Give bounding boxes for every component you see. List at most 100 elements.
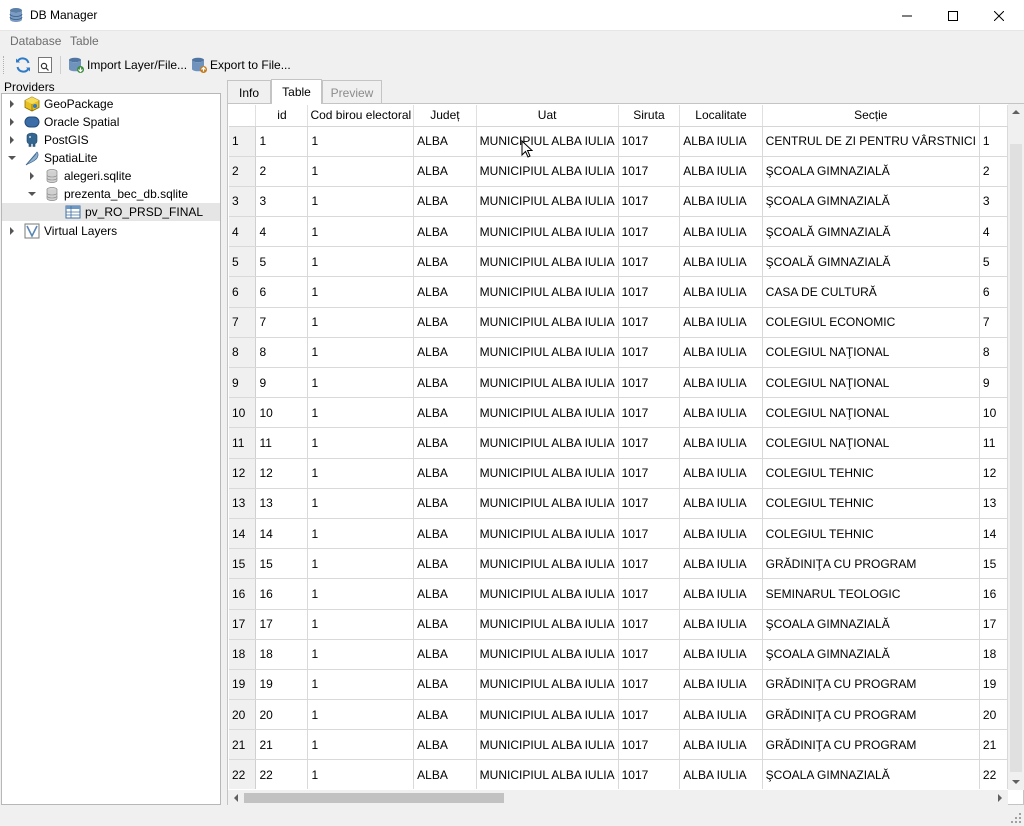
table-cell[interactable]: ALBA	[413, 548, 477, 580]
table-cell[interactable]: 17	[255, 609, 309, 640]
data-table[interactable]: id Cod birou electoral Județ Uat Siruta Local…	[229, 105, 1008, 789]
table-cell[interactable]: MUNICIPIUL ALBA IULIA	[476, 246, 619, 278]
table-cell[interactable]: CASA DE CULTURĂ	[762, 276, 980, 308]
tree-item-virtual-layers[interactable]: Virtual Layers	[2, 222, 220, 240]
table-cell[interactable]: 7	[255, 307, 309, 338]
table-cell[interactable]: ALBA	[413, 216, 477, 248]
table-cell[interactable]: 1	[307, 548, 415, 580]
table-cell[interactable]: ALBA IULIA	[679, 759, 763, 789]
table-cell[interactable]: 1	[307, 578, 415, 610]
table-cell[interactable]: ALBA IULIA	[679, 397, 763, 429]
scroll-right-button[interactable]	[992, 790, 1008, 805]
table-cell[interactable]: 1	[307, 307, 415, 338]
scroll-up-button[interactable]	[1008, 104, 1024, 120]
expand-arrow-icon[interactable]	[8, 136, 16, 144]
sql-window-button[interactable]	[38, 54, 54, 76]
maximize-button[interactable]	[930, 0, 976, 31]
table-row[interactable]: 13 13 1 ALBA MUNICIPIUL ALBA IULIA 1017 ALBA I…	[229, 488, 1008, 519]
table-cell[interactable]: ALBA	[413, 639, 477, 670]
table-cell[interactable]: MUNICIPIUL ALBA IULIA	[476, 427, 619, 459]
table-cell[interactable]: ALBA IULIA	[679, 548, 763, 580]
table-cell[interactable]: ALBA IULIA	[679, 276, 763, 308]
table-cell[interactable]: ALBA IULIA	[679, 126, 763, 157]
table-cell[interactable]: MUNICIPIUL ALBA IULIA	[476, 367, 619, 399]
table-cell[interactable]: 1017	[618, 307, 681, 338]
table-row[interactable]: 15 15 1 ALBA MUNICIPIUL ALBA IULIA 1017 ALBA I…	[229, 548, 1008, 580]
table-cell[interactable]: 16	[979, 578, 1008, 610]
table-cell[interactable]: ŞCOALĂ GIMNAZIALĂ	[762, 246, 980, 278]
table-cell[interactable]: 4	[255, 216, 309, 248]
table-cell[interactable]: 1017	[618, 639, 681, 670]
table-row[interactable]: 9 9 1 ALBA MUNICIPIUL ALBA IULIA 1017 ALBA IUL…	[229, 367, 1008, 399]
table-cell[interactable]: MUNICIPIUL ALBA IULIA	[476, 669, 619, 701]
table-cell[interactable]: 1	[979, 126, 1008, 157]
tree-item-spatialite[interactable]: SpatiaLite	[2, 149, 220, 167]
table-cell[interactable]: ALBA	[413, 307, 477, 338]
table-cell[interactable]: ALBA	[413, 337, 477, 369]
table-cell[interactable]: 10	[979, 397, 1008, 429]
row-header[interactable]: 1	[229, 126, 257, 157]
row-header[interactable]: 20	[229, 699, 257, 731]
table-cell[interactable]: 1017	[618, 337, 681, 369]
resize-grip-icon[interactable]	[1010, 812, 1022, 824]
column-header[interactable]: id	[255, 105, 309, 127]
table-cell[interactable]: 1017	[618, 699, 681, 731]
table-cell[interactable]: 2	[255, 156, 309, 187]
table-row[interactable]: 3 3 1 ALBA MUNICIPIUL ALBA IULIA 1017 ALBA IUL…	[229, 186, 1008, 218]
table-cell[interactable]: MUNICIPIUL ALBA IULIA	[476, 578, 619, 610]
scroll-left-button[interactable]	[228, 790, 244, 805]
table-cell[interactable]: 16	[255, 578, 309, 610]
table-cell[interactable]: ALBA	[413, 729, 477, 761]
row-header[interactable]: 17	[229, 609, 257, 640]
table-cell[interactable]: 1	[307, 337, 415, 369]
collapse-arrow-icon[interactable]	[8, 154, 16, 162]
table-cell[interactable]: 10	[255, 397, 309, 429]
column-header[interactable]	[979, 105, 1008, 127]
row-header[interactable]: 7	[229, 307, 257, 338]
horizontal-scrollbar[interactable]	[228, 790, 1008, 805]
table-cell[interactable]: ALBA IULIA	[679, 458, 763, 489]
tree-item-pv-ro-prsd-final[interactable]: pv_RO_PRSD_FINAL	[2, 203, 220, 221]
table-cell[interactable]: 21	[255, 729, 309, 761]
tree-item-oracle-spatial[interactable]: Oracle Spatial	[2, 113, 220, 131]
table-cell[interactable]: 1	[307, 729, 415, 761]
table-cell[interactable]: ALBA IULIA	[679, 639, 763, 670]
menu-database[interactable]: Database	[10, 34, 61, 48]
table-cell[interactable]: 19	[255, 669, 309, 701]
table-cell[interactable]: 15	[255, 548, 309, 580]
table-cell[interactable]: COLEGIUL NAŢIONAL	[762, 427, 980, 459]
data-grid[interactable]: id Cod birou electoral Județ Uat Siruta Local…	[229, 105, 1008, 789]
table-row[interactable]: 18 18 1 ALBA MUNICIPIUL ALBA IULIA 1017 ALBA I…	[229, 639, 1008, 670]
table-cell[interactable]: ALBA	[413, 156, 477, 187]
table-cell[interactable]: 2	[979, 156, 1008, 187]
toolbar-grip[interactable]	[3, 56, 6, 74]
table-cell[interactable]: 13	[979, 488, 1008, 519]
table-cell[interactable]: MUNICIPIUL ALBA IULIA	[476, 488, 619, 519]
table-row[interactable]: 22 22 1 ALBA MUNICIPIUL ALBA IULIA 1017 ALBA I…	[229, 759, 1008, 789]
table-cell[interactable]: ALBA	[413, 488, 477, 519]
table-cell[interactable]: ALBA	[413, 427, 477, 459]
column-header[interactable]: Uat	[476, 105, 619, 127]
table-cell[interactable]: ALBA IULIA	[679, 699, 763, 731]
table-cell[interactable]: 9	[979, 367, 1008, 399]
expand-arrow-icon[interactable]	[8, 118, 16, 126]
table-cell[interactable]: ŞCOALA GIMNAZIALĂ	[762, 186, 980, 218]
table-cell[interactable]: ALBA IULIA	[679, 216, 763, 248]
table-cell[interactable]: 1017	[618, 729, 681, 761]
table-cell[interactable]: 1017	[618, 367, 681, 399]
tab-info[interactable]: Info	[227, 80, 271, 104]
table-cell[interactable]: ALBA	[413, 246, 477, 278]
table-row[interactable]: 4 4 1 ALBA MUNICIPIUL ALBA IULIA 1017 ALBA IUL…	[229, 216, 1008, 248]
table-cell[interactable]: ALBA IULIA	[679, 337, 763, 369]
table-row[interactable]: 19 19 1 ALBA MUNICIPIUL ALBA IULIA 1017 ALBA I…	[229, 669, 1008, 701]
column-header[interactable]: Localitate	[679, 105, 763, 127]
expand-arrow-icon[interactable]	[28, 172, 36, 180]
column-header[interactable]: Secție	[762, 105, 980, 127]
row-header[interactable]: 6	[229, 276, 257, 308]
table-cell[interactable]: 1	[307, 609, 415, 640]
column-header[interactable]: Județ	[413, 105, 477, 127]
table-cell[interactable]: MUNICIPIUL ALBA IULIA	[476, 639, 619, 670]
table-cell[interactable]: 1017	[618, 548, 681, 580]
table-cell[interactable]: 18	[979, 639, 1008, 670]
table-cell[interactable]: 9	[255, 367, 309, 399]
